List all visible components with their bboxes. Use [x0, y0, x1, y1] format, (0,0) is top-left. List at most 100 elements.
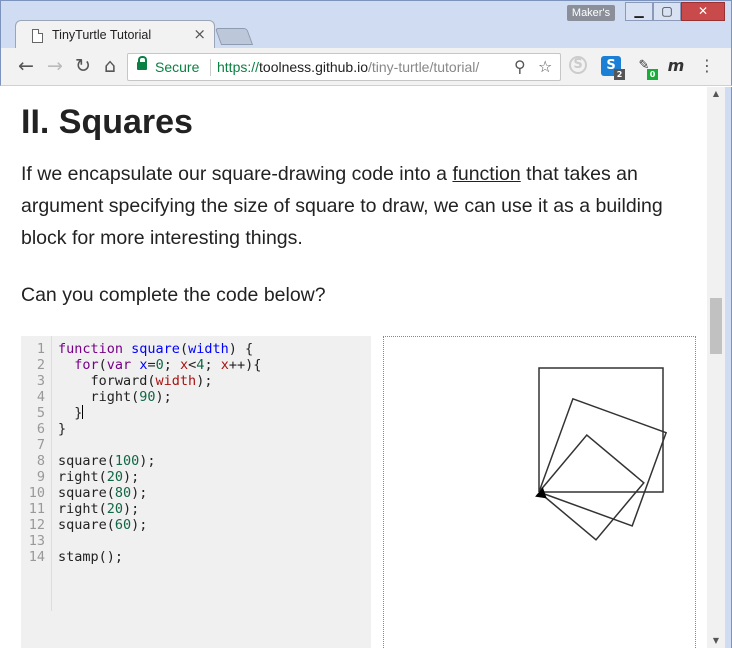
code-token: );	[155, 389, 172, 405]
line-number: 1	[36, 341, 45, 357]
code-token: square(	[58, 517, 115, 533]
browser-tab[interactable]: TinyTurtle Tutorial ×	[15, 20, 215, 50]
text-cursor	[82, 405, 84, 419]
scroll-down-icon[interactable]: ▼	[707, 634, 725, 648]
back-icon[interactable]: ←	[14, 54, 38, 78]
line-number: 12	[28, 517, 45, 533]
code-line[interactable]: square(80);	[58, 485, 147, 501]
code-token: stamp();	[58, 549, 124, 565]
line-number: 6	[36, 421, 45, 437]
page-heading: II. Squares	[21, 103, 193, 141]
window-titlebar: TinyTurtle Tutorial × Maker's ▁ ▢ ✕	[0, 0, 732, 50]
turtle-square	[538, 367, 664, 493]
code-token: );	[123, 469, 140, 485]
skype-extension-icon[interactable]: S	[569, 56, 587, 74]
code-token: x	[180, 357, 189, 373]
code-line[interactable]: right(20);	[58, 469, 139, 485]
address-bar[interactable]: Secure https://toolness.github.io/tiny-t…	[127, 53, 561, 81]
line-number: 4	[36, 389, 45, 405]
tab-title: TinyTurtle Tutorial	[52, 28, 152, 42]
code-token: function	[58, 341, 124, 357]
line-number: 13	[28, 533, 45, 549]
bookmark-star-icon[interactable]: ☆	[538, 57, 552, 76]
code-token: square(	[58, 453, 115, 469]
close-window-icon[interactable]: ✕	[681, 2, 725, 21]
tab-close-icon[interactable]: ×	[193, 25, 206, 43]
zoom-icon[interactable]: ⚲	[514, 57, 526, 76]
line-number: 14	[28, 549, 45, 565]
code-token: forward(	[58, 373, 156, 389]
code-token: }	[58, 405, 83, 421]
page-icon	[32, 29, 43, 43]
code-token: );	[139, 453, 156, 469]
minimize-icon[interactable]: ▁	[625, 2, 653, 21]
code-line[interactable]: right(90);	[58, 389, 172, 405]
code-line[interactable]: }	[58, 421, 66, 437]
forward-icon[interactable]: →	[43, 54, 67, 78]
reload-icon[interactable]: ↻	[71, 54, 95, 78]
code-editor[interactable]: 1 2 3 4 5 6 7 8 9 10 11 12 13 14 function square(width…	[21, 336, 371, 648]
line-number: 8	[36, 453, 45, 469]
url-scheme: https://	[217, 59, 260, 75]
line-number: 10	[28, 485, 45, 501]
browser-menu-icon[interactable]: ⋮	[699, 56, 715, 75]
code-line[interactable]: }	[58, 405, 84, 421]
line-number: 7	[36, 437, 45, 453]
code-token: right(	[58, 389, 140, 405]
window-border	[725, 87, 732, 648]
s-extension-icon[interactable]: S 2	[601, 56, 625, 80]
secure-label: Secure	[155, 59, 200, 75]
code-token: square(	[58, 485, 115, 501]
extension-badge: 2	[614, 69, 625, 80]
extension-badge: 0	[647, 69, 658, 80]
prompt-paragraph: Can you complete the code below?	[21, 284, 326, 306]
intro-text-before: If we encapsulate our square-drawing cod…	[21, 163, 453, 185]
code-token: (	[179, 341, 189, 357]
code-token: 0	[155, 357, 164, 373]
code-token: ++){	[228, 357, 262, 373]
m-extension-icon[interactable]: m	[666, 56, 686, 76]
code-line[interactable]: square(100);	[58, 453, 156, 469]
omnibox-divider	[210, 59, 211, 76]
code-token: (	[98, 357, 107, 373]
window-controls: ▁ ▢ ✕	[625, 2, 725, 21]
code-line[interactable]: function square(width) {	[58, 341, 253, 357]
vertical-scrollbar[interactable]: ▲ ▼	[707, 87, 725, 648]
function-link[interactable]: function	[452, 163, 520, 185]
code-line[interactable]: for(var x=0; x<4; x++){	[58, 357, 261, 373]
code-token: );	[131, 485, 148, 501]
scroll-thumb[interactable]	[710, 298, 722, 354]
line-number: 5	[36, 405, 45, 421]
intro-paragraph: If we encapsulate our square-drawing cod…	[21, 158, 701, 254]
pen-extension-icon[interactable]: ✎ 0	[634, 56, 658, 80]
code-token: square	[131, 341, 180, 357]
turtle-canvas	[383, 336, 696, 648]
profile-badge[interactable]: Maker's	[567, 5, 615, 21]
code-token: );	[196, 373, 213, 389]
code-token: ;	[163, 357, 181, 373]
new-tab-button[interactable]	[214, 28, 254, 45]
scroll-up-icon[interactable]: ▲	[707, 87, 725, 101]
url-text[interactable]: https://toolness.github.io/tiny-turtle/t…	[217, 59, 479, 75]
code-line[interactable]: right(20);	[58, 501, 139, 517]
lock-icon	[137, 56, 147, 70]
code-token: var	[106, 357, 132, 373]
turtle-drawing	[535, 367, 668, 541]
code-token: x	[220, 357, 229, 373]
code-token: for	[74, 357, 99, 373]
code-line[interactable]: square(60);	[58, 517, 147, 533]
turtle-square	[538, 397, 668, 527]
maximize-icon[interactable]: ▢	[653, 2, 681, 21]
home-icon[interactable]: ⌂	[98, 54, 122, 78]
code-token: width	[155, 373, 197, 389]
browser-toolbar: ← → ↻ ⌂ Secure https://toolness.github.i…	[0, 48, 732, 86]
code-token: 60	[114, 517, 132, 533]
line-number: 2	[36, 357, 45, 373]
code-line[interactable]: stamp();	[58, 549, 123, 565]
code-token: 90	[139, 389, 156, 405]
line-number: 11	[28, 501, 45, 517]
code-token: 20	[106, 469, 124, 485]
code-line[interactable]: forward(width);	[58, 373, 213, 389]
